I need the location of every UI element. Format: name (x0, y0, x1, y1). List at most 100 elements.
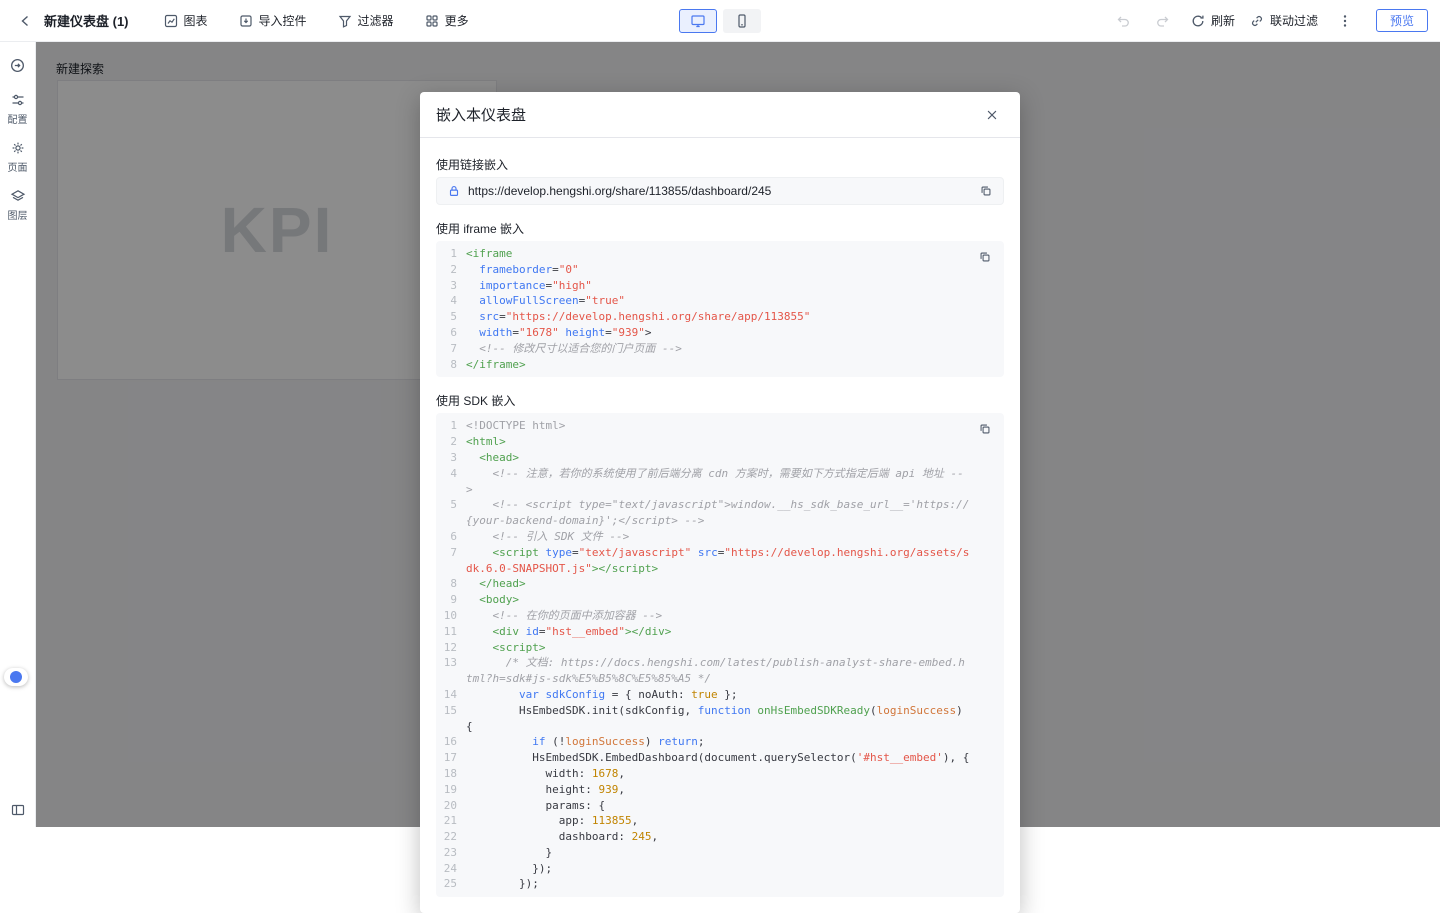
assistant-handle[interactable] (4, 668, 28, 686)
code-line: 2 frameborder="0" (436, 262, 1004, 278)
refresh-button[interactable]: 刷新 (1190, 12, 1235, 29)
code-line: 6 <!-- 引入 SDK 文件 --> (436, 529, 1004, 545)
line-number: 15 (436, 703, 466, 735)
menu-item-chart[interactable]: 图表 (163, 12, 208, 29)
modal-header: 嵌入本仪表盘 (420, 92, 1020, 138)
close-icon (985, 108, 999, 122)
code-line: 11 <div id="hst__embed"></div> (436, 624, 1004, 640)
code-line: 5 src="https://develop.hengshi.org/share… (436, 309, 1004, 325)
line-number: 7 (436, 545, 466, 577)
code-line: 8</iframe> (436, 357, 1004, 373)
close-button[interactable] (980, 103, 1004, 127)
page-title: 新建仪表盘 (1) (44, 11, 129, 30)
copy-iframe-button[interactable] (975, 247, 995, 267)
sidebar-item-config[interactable]: 配置 (8, 92, 28, 126)
line-number: 6 (436, 325, 466, 341)
filter-icon (337, 13, 353, 29)
line-number: 4 (436, 293, 466, 309)
mobile-icon (734, 13, 750, 29)
line-number: 18 (436, 766, 466, 782)
menu-item-more[interactable]: 更多 (424, 12, 469, 29)
link-filter-button[interactable]: 联动过滤 (1249, 12, 1318, 29)
desktop-view-button[interactable] (679, 9, 717, 33)
gear-icon (10, 140, 26, 156)
code-line: 1<iframe (436, 246, 1004, 262)
preview-button[interactable]: 预览 (1376, 9, 1428, 32)
menu-item-filter[interactable]: 过滤器 (337, 12, 394, 29)
menu-item-label: 图表 (184, 12, 208, 29)
code-line: 9 <body> (436, 592, 1004, 608)
kebab-icon (1337, 13, 1353, 29)
collapse-panel-button[interactable] (5, 52, 31, 78)
line-number: 23 (436, 845, 466, 861)
code-line: 23 } (436, 845, 1004, 861)
assistant-dot-icon (10, 671, 22, 683)
code-line: 22 dashboard: 245, (436, 829, 1004, 845)
line-number: 8 (436, 357, 466, 373)
line-number: 4 (436, 466, 466, 498)
line-number: 9 (436, 592, 466, 608)
link-filter-label: 联动过滤 (1270, 12, 1318, 29)
line-number: 3 (436, 450, 466, 466)
menu-item-label: 过滤器 (358, 12, 394, 29)
iframe-code: 1<iframe2 frameborder="0"3 importance="h… (436, 246, 1004, 372)
toggle-left-panel-button[interactable] (10, 802, 26, 818)
chart-icon (163, 13, 179, 29)
menu-item-label: 导入控件 (259, 12, 307, 29)
redo-icon (1155, 13, 1171, 29)
code-line: 3 importance="high" (436, 278, 1004, 294)
toolbar-right: 刷新 联动过滤 预览 (1110, 8, 1428, 34)
code-line: 4 allowFullScreen="true" (436, 293, 1004, 309)
layers-icon (10, 188, 26, 204)
embed-dashboard-modal: 嵌入本仪表盘 使用链接嵌入 https://develop.hengshi.or… (420, 92, 1020, 913)
modal-title: 嵌入本仪表盘 (436, 104, 526, 125)
sdk-code: 1<!DOCTYPE html>2<html>3 <head>4 <!-- 注意… (436, 418, 1004, 892)
code-line: 19 height: 939, (436, 782, 1004, 798)
line-number: 17 (436, 750, 466, 766)
kebab-menu-button[interactable] (1332, 8, 1358, 34)
redo-button[interactable] (1150, 8, 1176, 34)
sidebar-item-layers[interactable]: 图层 (8, 188, 28, 222)
code-line: 4 <!-- 注意，若你的系统使用了前后端分离 cdn 方案时，需要如下方式指定… (436, 466, 1004, 498)
more-grid-icon (424, 13, 440, 29)
sidebar-item-label: 页面 (8, 159, 28, 174)
layout-panel-icon (10, 802, 26, 818)
line-number: 20 (436, 798, 466, 814)
line-number: 3 (436, 278, 466, 294)
code-line: 7 <script type="text/javascript" src="ht… (436, 545, 1004, 577)
undo-icon (1115, 13, 1131, 29)
code-line: 2<html> (436, 434, 1004, 450)
line-number: 14 (436, 687, 466, 703)
copy-sdk-button[interactable] (975, 419, 995, 439)
sidebar-item-pages[interactable]: 页面 (8, 140, 28, 174)
undo-button[interactable] (1110, 8, 1136, 34)
line-number: 2 (436, 434, 466, 450)
line-number: 1 (436, 246, 466, 262)
mobile-view-button[interactable] (723, 9, 761, 33)
code-line: 24 }); (436, 861, 1004, 877)
share-url-field[interactable]: https://develop.hengshi.org/share/113855… (436, 177, 1004, 205)
share-url: https://develop.hengshi.org/share/113855… (468, 184, 771, 198)
code-line: 1<!DOCTYPE html> (436, 418, 1004, 434)
toolbar-menu: 图表 导入控件 过滤器 更多 (163, 12, 469, 29)
code-line: 3 <head> (436, 450, 1004, 466)
link-icon (1249, 13, 1265, 29)
code-line: 14 var sdkConfig = { noAuth: true }; (436, 687, 1004, 703)
line-number: 24 (436, 861, 466, 877)
code-line: 10 <!-- 在你的页面中添加容器 --> (436, 608, 1004, 624)
sdk-embed-label: 使用 SDK 嵌入 (436, 392, 1004, 409)
back-button[interactable] (12, 8, 38, 34)
line-number: 7 (436, 341, 466, 357)
code-line: 15 HsEmbedSDK.init(sdkConfig, function o… (436, 703, 1004, 735)
line-number: 25 (436, 876, 466, 892)
refresh-icon (1190, 13, 1206, 29)
sidebar: 配置 页面 图层 (0, 42, 36, 827)
menu-item-import-widget[interactable]: 导入控件 (238, 12, 307, 29)
chevron-left-icon (17, 13, 33, 29)
copy-url-button[interactable] (976, 181, 996, 201)
circle-arrow-icon (9, 57, 26, 74)
desktop-icon (690, 13, 706, 29)
import-widget-icon (238, 13, 254, 29)
iframe-embed-label: 使用 iframe 嵌入 (436, 220, 1004, 237)
link-embed-label: 使用链接嵌入 (436, 156, 1004, 173)
